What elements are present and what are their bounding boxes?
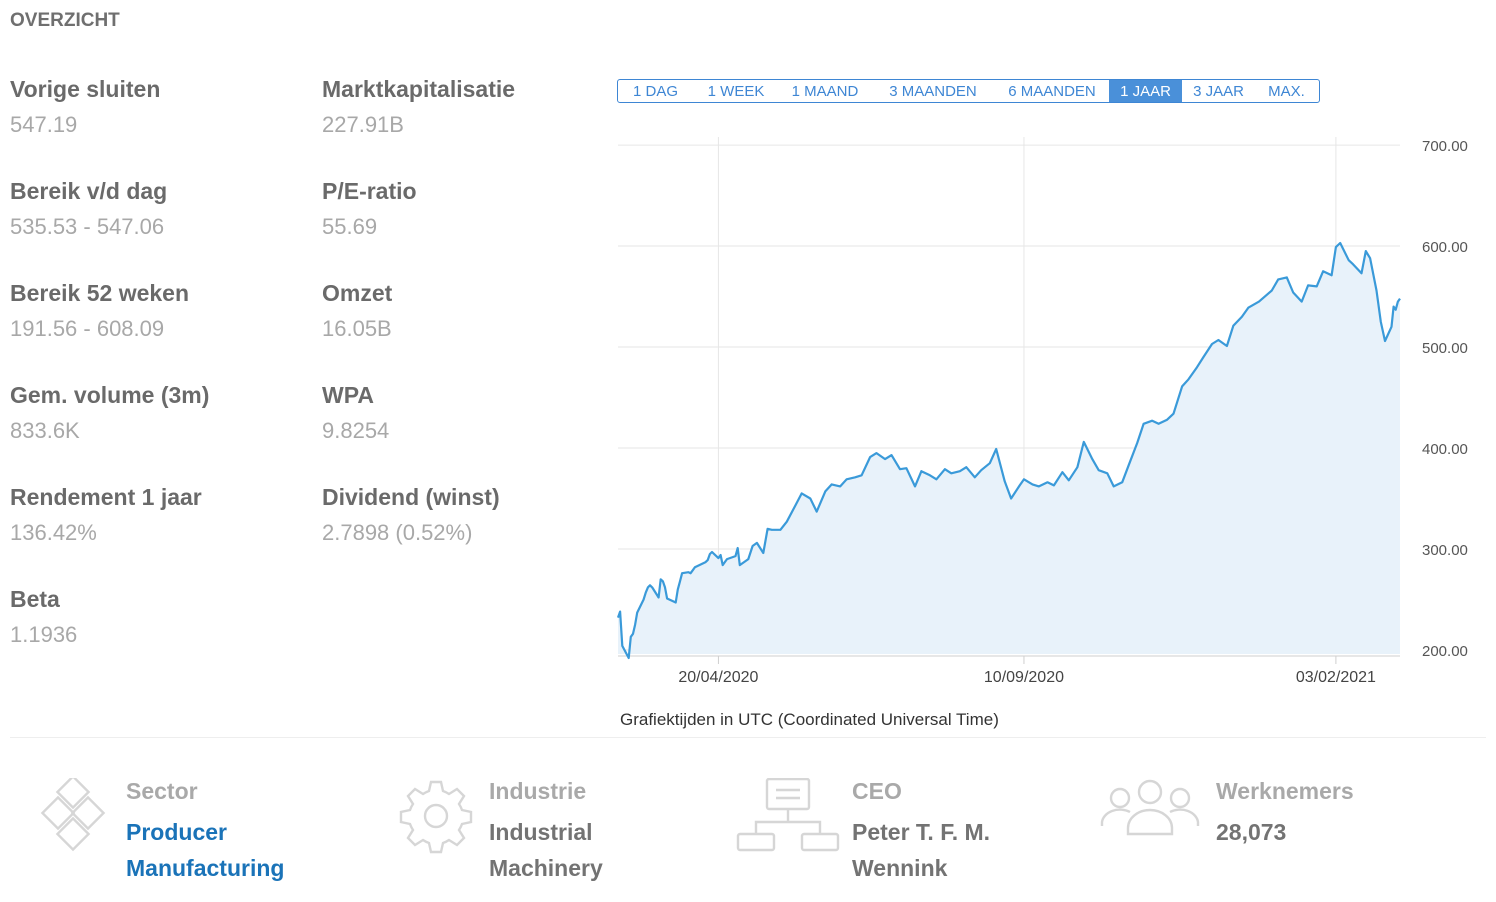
info-label: Industrie	[489, 778, 587, 804]
y-tick-label: 300.00	[1422, 542, 1468, 559]
info-label: CEO	[852, 778, 902, 804]
industry-value: Industrial Machinery	[489, 819, 603, 881]
sector-link[interactable]: Producer Manufacturing	[126, 814, 356, 886]
y-tick-label: 400.00	[1422, 441, 1468, 458]
ceo-value: Peter T. F. M. Wennink	[852, 819, 991, 881]
employees-value: 28,073	[1216, 819, 1287, 845]
y-tick-label: 500.00	[1422, 340, 1468, 357]
series-area	[618, 243, 1400, 658]
chart-timezone-note: Grafiektijden in UTC (Coordinated Univer…	[620, 710, 999, 729]
info-label: Sector	[126, 778, 198, 804]
y-tick-label: 600.00	[1422, 239, 1468, 256]
y-tick-label: 200.00	[1422, 643, 1468, 660]
industry-gear-icon	[398, 778, 474, 859]
y-tick-label: 700.00	[1422, 138, 1468, 155]
sector-diamonds-icon	[36, 774, 112, 857]
employees-group-icon	[1100, 778, 1200, 843]
x-tick-label: 03/02/2021	[1296, 669, 1376, 686]
x-tick-label: 20/04/2020	[678, 669, 758, 686]
price-chart[interactable]: 700.00 600.00 500.00 400.00 300.00 200.00 20/0…	[0, 0, 1496, 720]
info-label: Werknemers	[1216, 778, 1354, 804]
x-tick-label: 10/09/2020	[984, 669, 1064, 686]
section-divider	[10, 737, 1486, 738]
ceo-org-chart-icon	[736, 777, 840, 857]
